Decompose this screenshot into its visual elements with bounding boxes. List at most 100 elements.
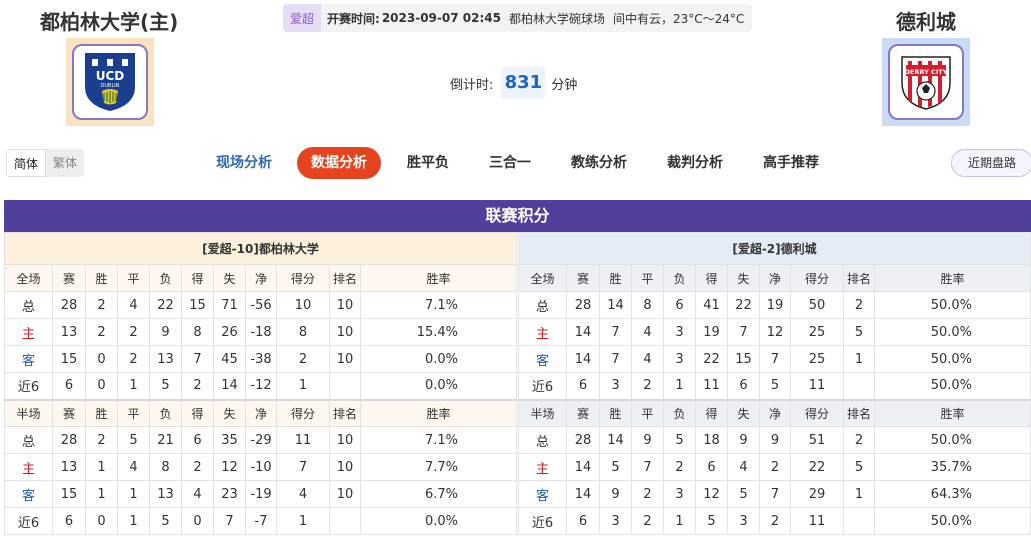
table-cell: 1 xyxy=(85,453,118,481)
table-cell: 7 xyxy=(599,345,632,373)
column-header: 失 xyxy=(727,398,760,427)
table-cell: 2 xyxy=(181,372,214,400)
away-team-logo[interactable]: DERRY CITY xyxy=(882,38,970,126)
column-header: 排名 xyxy=(843,398,875,427)
tab-win-draw-loss[interactable]: 胜平负 xyxy=(407,147,449,179)
table-cell: 7 xyxy=(631,453,664,481)
table-cell: 22 xyxy=(695,345,728,373)
table-cell: 3 xyxy=(727,507,760,535)
column-header: 净 xyxy=(759,398,791,427)
venue: 都柏林大学碗球场 xyxy=(508,11,605,26)
column-header: 负 xyxy=(149,398,182,427)
table-cell: 51 xyxy=(790,426,844,454)
away-team-title[interactable]: [爱超-2]德利城 xyxy=(518,232,1031,265)
table-cell: 1 xyxy=(843,345,875,373)
table-cell: 3 xyxy=(599,507,632,535)
recent-odds-button[interactable]: 近期盘路 xyxy=(951,149,1031,177)
column-header: 得 xyxy=(181,398,214,427)
lang-traditional[interactable]: 繁体 xyxy=(46,149,84,177)
table-cell: 4 xyxy=(276,480,330,508)
row-label: 总 xyxy=(518,291,567,319)
lang-simplified[interactable]: 简体 xyxy=(6,149,47,177)
table-cell: 7 xyxy=(276,453,330,481)
table-cell: 2 xyxy=(631,372,664,400)
row-label: 客 xyxy=(518,345,567,373)
home-team-title[interactable]: [爱超-10]都柏林大学 xyxy=(4,232,517,265)
table-row: 主 13 1 4 8 2 12 -10 7 10 7.7% xyxy=(4,453,517,481)
column-header: 胜 xyxy=(599,264,632,292)
countdown: 倒计时: 831 分钟 xyxy=(450,67,577,99)
table-cell xyxy=(843,507,875,535)
table-cell: 4 xyxy=(727,453,760,481)
column-header: 失 xyxy=(213,398,246,427)
row-label: 近6 xyxy=(518,507,567,535)
svg-text:DUBLIN: DUBLIN xyxy=(101,83,120,89)
column-header: 得分 xyxy=(790,264,844,292)
table-cell: 1 xyxy=(663,507,696,535)
table-cell: 22 xyxy=(149,291,182,319)
table-row: 客 14 7 4 3 22 15 7 25 1 50.0% xyxy=(518,345,1031,373)
table-cell: 2 xyxy=(663,453,696,481)
table-cell: 5 xyxy=(117,426,150,454)
table-row: 客 15 1 1 13 4 23 -19 4 10 6.7% xyxy=(4,480,517,508)
tab-data-analysis[interactable]: 数据分析 xyxy=(297,147,381,179)
table-cell: 2 xyxy=(276,345,330,373)
column-header: 得分 xyxy=(790,398,844,427)
table-cell: 13 xyxy=(149,480,182,508)
table-cell: 3 xyxy=(663,480,696,508)
table-cell: 7 xyxy=(599,318,632,346)
table-cell: 2 xyxy=(85,291,118,319)
table-cell: 22 xyxy=(727,291,760,319)
table-cell: 28 xyxy=(566,291,600,319)
row-label: 客 xyxy=(4,345,53,373)
tab-live-analysis[interactable]: 现场分析 xyxy=(216,147,272,179)
table-cell: 13 xyxy=(52,318,86,346)
column-header: 胜率 xyxy=(360,398,517,427)
table-cell: 9 xyxy=(149,318,182,346)
table-cell xyxy=(329,372,361,400)
column-header: 胜率 xyxy=(874,398,1031,427)
home-logo-text: UCD xyxy=(96,69,125,83)
column-header: 负 xyxy=(663,398,696,427)
table-cell: 29 xyxy=(790,480,844,508)
table-cell: 5 xyxy=(759,372,791,400)
table-cell: 0 xyxy=(85,507,118,535)
away-full-header-row: 全场赛胜平负得失净得分 排名 胜率 xyxy=(518,264,1031,292)
table-cell: 35.7% xyxy=(874,453,1031,481)
row-label: 主 xyxy=(4,318,53,346)
home-half-header-row: 半场赛胜平负得失净得分 排名 胜率 xyxy=(4,398,517,427)
table-cell: 19 xyxy=(759,291,791,319)
tab-three-in-one[interactable]: 三合一 xyxy=(489,147,531,179)
table-cell: 2 xyxy=(759,453,791,481)
tab-referee-analysis[interactable]: 裁判分析 xyxy=(667,147,723,179)
table-cell: 10 xyxy=(329,453,361,481)
tab-expert-picks[interactable]: 高手推荐 xyxy=(763,147,819,179)
table-cell: 2 xyxy=(117,345,150,373)
ucd-crest-icon: UCD DUBLIN xyxy=(85,53,135,111)
table-cell: 3 xyxy=(599,372,632,400)
table-cell: 6 xyxy=(695,453,728,481)
home-team-logo[interactable]: UCD DUBLIN xyxy=(66,38,154,126)
table-cell: 4 xyxy=(181,480,214,508)
table-cell: 12 xyxy=(759,318,791,346)
table-cell: 6 xyxy=(663,291,696,319)
table-cell: 19 xyxy=(695,318,728,346)
table-cell: 45 xyxy=(213,345,246,373)
kickoff-label: 开赛时间: xyxy=(327,11,380,26)
temperature: 23°C～24°C xyxy=(673,11,745,26)
table-cell: 14 xyxy=(566,345,600,373)
table-cell: 8 xyxy=(149,453,182,481)
table-cell: 14 xyxy=(213,372,246,400)
table-cell: 2 xyxy=(843,291,875,319)
table-cell: 4 xyxy=(631,318,664,346)
language-toggle: 简体 繁体 xyxy=(6,149,85,177)
home-standings: [爱超-10]都柏林大学 全场赛胜平负得失净得分 排名 胜率总 28 2 4 22 15 71 -5… xyxy=(4,232,517,535)
table-cell: -7 xyxy=(245,507,277,535)
column-header: 赛 xyxy=(566,264,600,292)
tab-coach-analysis[interactable]: 教练分析 xyxy=(571,147,627,179)
table-cell: 1 xyxy=(843,480,875,508)
table-cell: -12 xyxy=(245,372,277,400)
table-cell: 18 xyxy=(695,426,728,454)
league-tag[interactable]: 爱超 xyxy=(283,4,322,32)
table-cell: 2 xyxy=(181,453,214,481)
